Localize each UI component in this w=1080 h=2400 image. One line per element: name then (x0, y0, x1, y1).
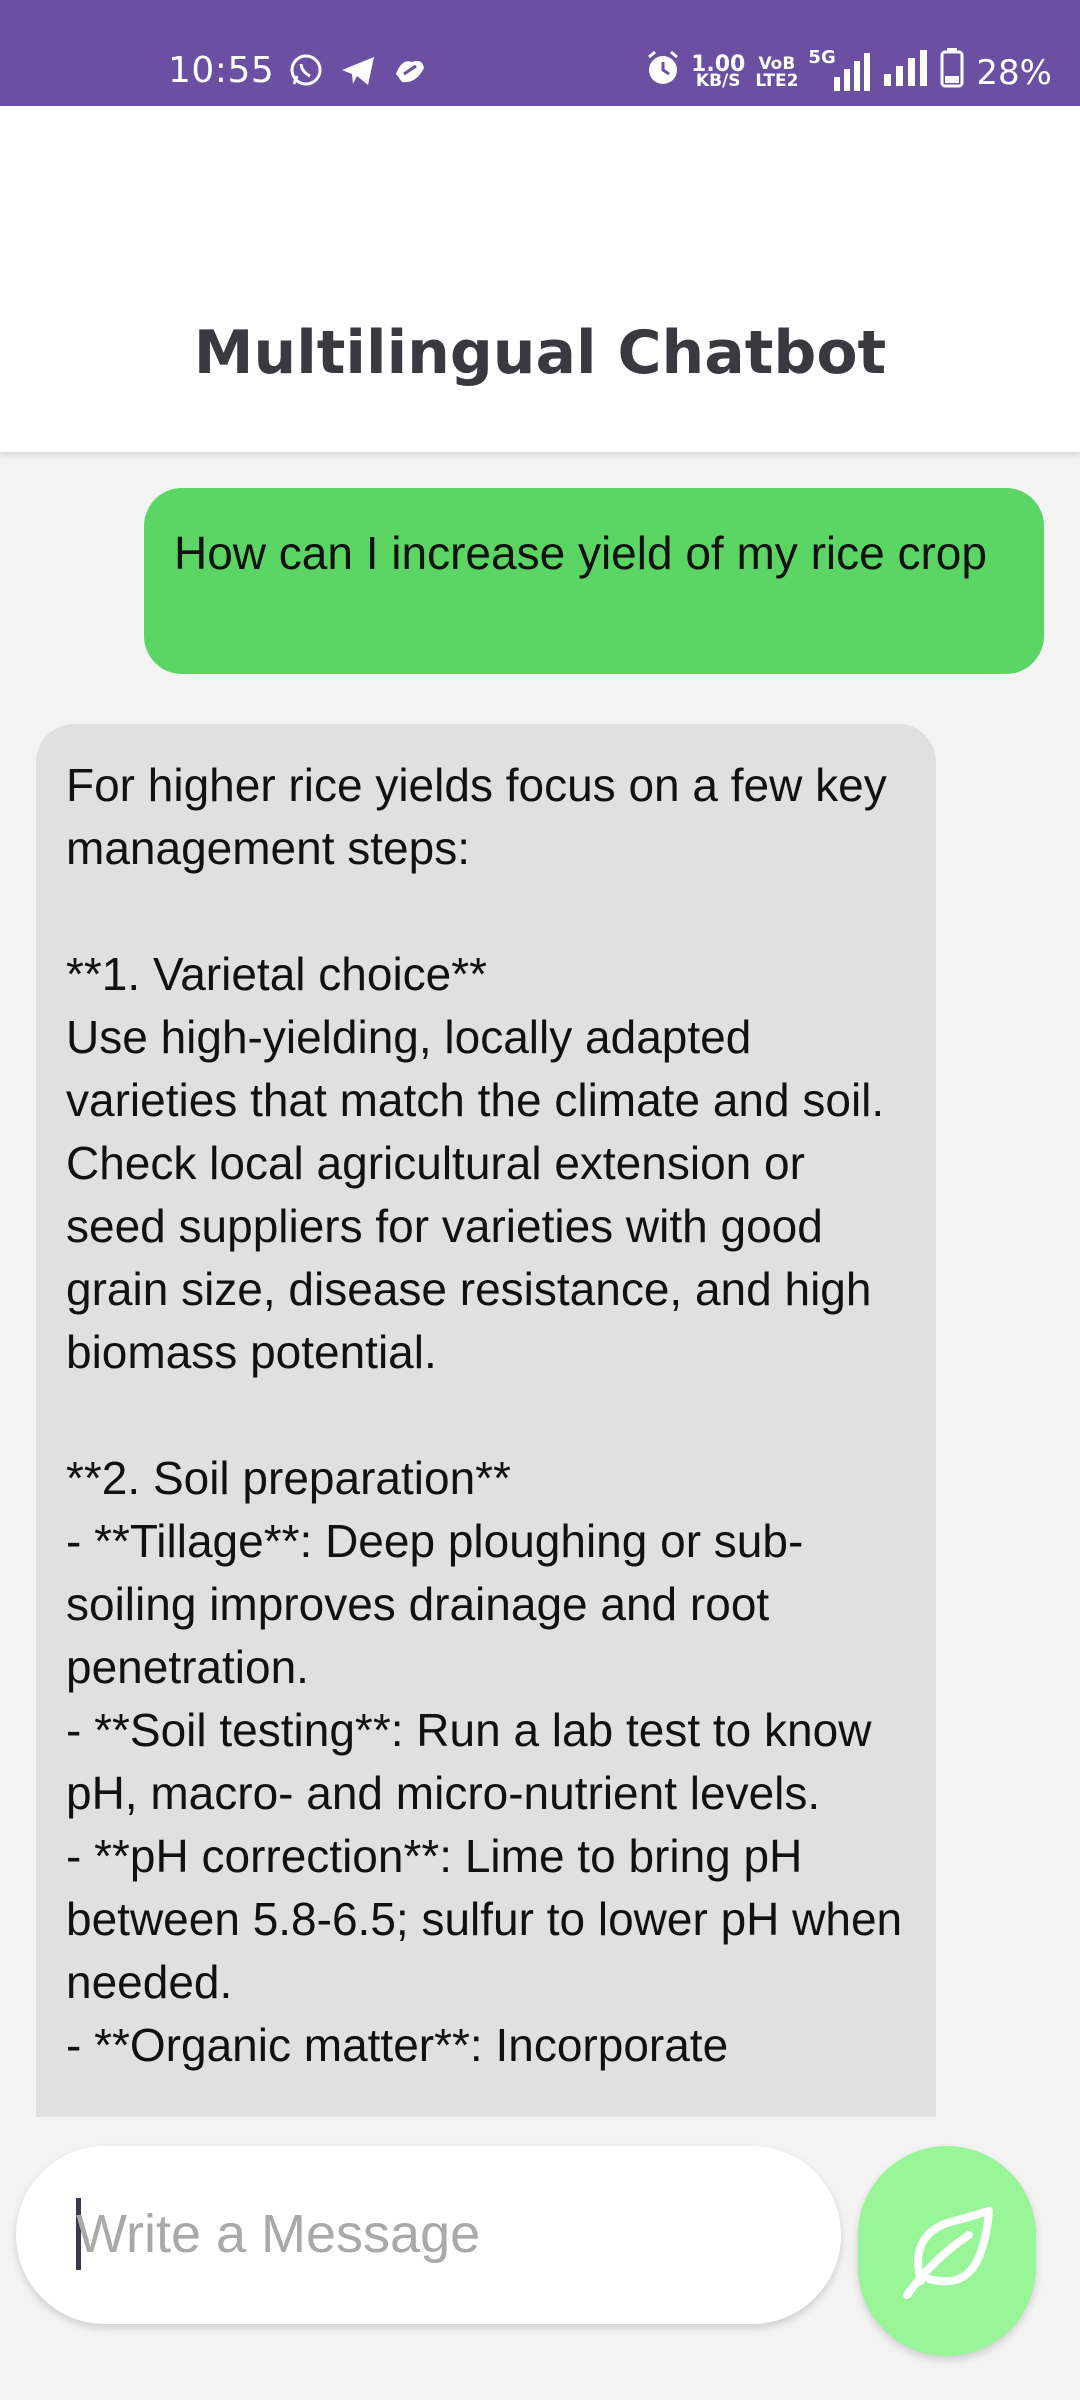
battery-icon (940, 48, 964, 97)
status-bar: 10:55 1.00 KB/S VoB LTE2 5G 28% (0, 0, 1080, 106)
volte-indicator: VoB LTE2 (755, 53, 799, 91)
volte-bottom: LTE2 (755, 70, 799, 91)
send-button[interactable] (858, 2146, 1036, 2356)
app-notification-icon (392, 54, 428, 92)
network-speed: 1.00 KB/S (691, 51, 746, 91)
leaf-send-icon (895, 2197, 999, 2305)
telegram-icon (340, 54, 376, 92)
user-message-bubble: How can I increase yield of my rice crop (144, 488, 1044, 674)
app-header: Multilingual Chatbot (0, 106, 1080, 452)
chat-message-list[interactable]: How can I increase yield of my rice crop… (0, 452, 1080, 2117)
signal-5g-icon: 5G (808, 47, 872, 93)
alarm-icon (645, 49, 681, 96)
volte-top: VoB (758, 53, 796, 74)
message-input[interactable] (76, 2194, 816, 2274)
message-composer[interactable] (16, 2146, 841, 2324)
status-time: 10:55 (168, 50, 275, 91)
network-speed-unit: KB/S (695, 70, 741, 91)
network-speed-value: 1.00 (691, 51, 746, 77)
bot-message-bubble: For higher rice yields focus on a few ke… (36, 724, 936, 2117)
whatsapp-icon (288, 52, 324, 92)
signal-icon (882, 48, 930, 97)
status-right: 1.00 KB/S VoB LTE2 5G 28% (645, 47, 1052, 97)
battery-percentage: 28% (976, 52, 1052, 93)
page-title: Multilingual Chatbot (193, 318, 887, 388)
